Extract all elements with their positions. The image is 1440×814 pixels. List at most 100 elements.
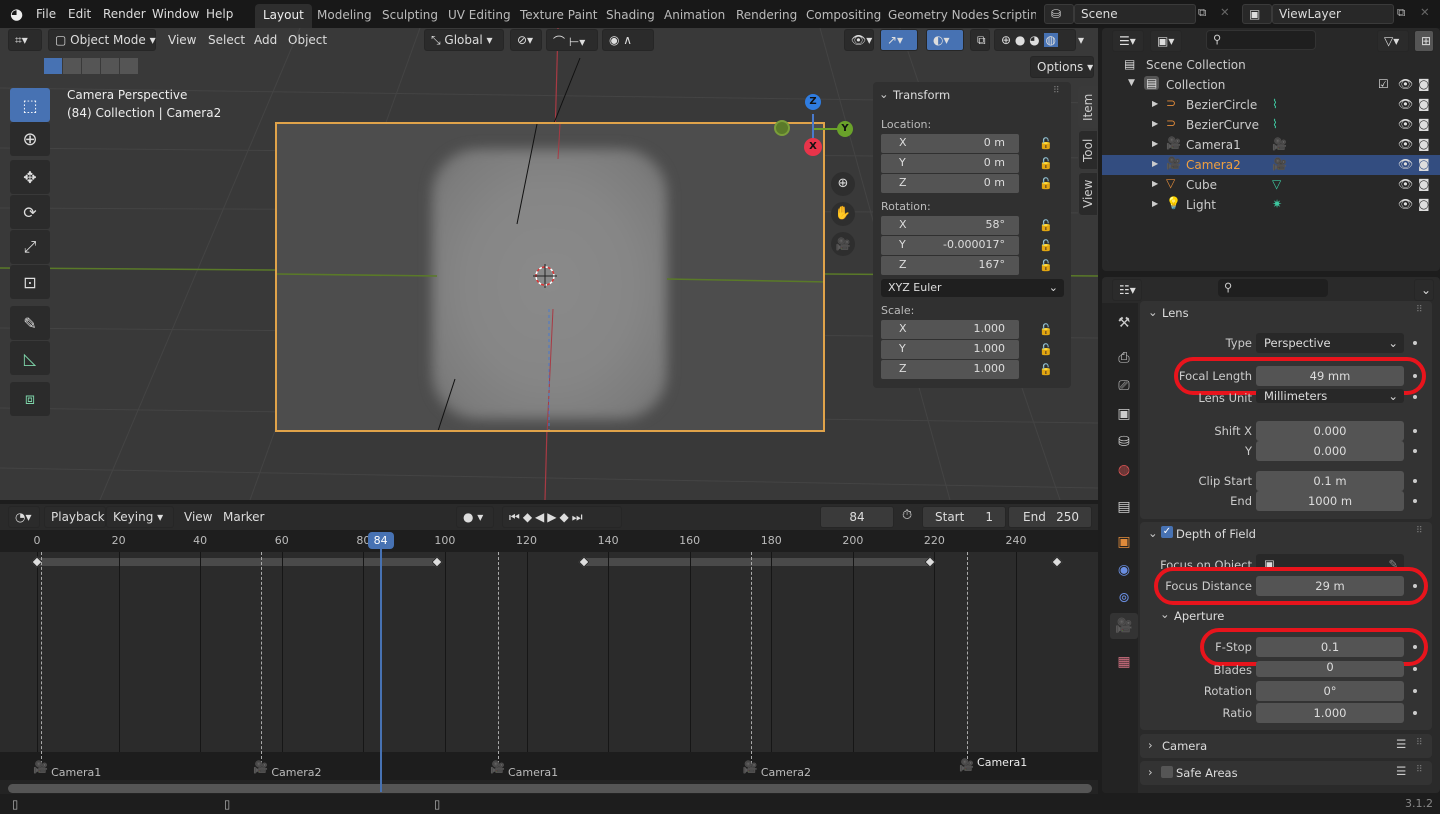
lock-rotation-y-icon[interactable]: 🔓 — [1039, 239, 1053, 252]
outliner-view-layer-button[interactable]: ▣▾ — [1150, 30, 1182, 52]
zoom-view-icon[interactable]: ⊕ — [831, 172, 855, 196]
render-camera-icon[interactable]: ◙ — [1418, 77, 1430, 91]
camera-view-icon[interactable]: 🎥 — [831, 232, 855, 256]
lock-location-z-icon[interactable]: 🔓 — [1039, 177, 1053, 190]
camera-marker-icon[interactable]: 🎥 — [490, 760, 505, 774]
timeline-horizontal-scrollbar[interactable] — [8, 784, 1092, 793]
end-frame-field[interactable]: End 250 — [1008, 506, 1092, 528]
marker-label[interactable]: Camera1 — [977, 756, 1027, 769]
animate-property-dot[interactable] — [1413, 449, 1417, 453]
preview-range-stopwatch-icon[interactable]: ⏱ — [902, 508, 912, 523]
blender-logo-icon[interactable]: ◕ — [10, 5, 23, 23]
xray-toggle[interactable]: ⧉ — [970, 29, 990, 51]
tab-geometry-nodes[interactable]: Geometry Nodes — [880, 4, 997, 28]
prev-keyframe-icon[interactable]: ◆ — [523, 510, 535, 524]
lens-type-dropdown[interactable]: Perspective ⌄ — [1256, 333, 1404, 353]
shading-mode-group[interactable]: ⊕ ● ◕ ◍ — [994, 29, 1076, 51]
auto-keying-toggle[interactable]: ● ▾ — [456, 506, 494, 528]
outliner-item[interactable]: ▶ ⊃ BezierCircle ⌇ 👁 ◙ — [1102, 95, 1440, 115]
location-z-field[interactable]: Z0 m — [881, 174, 1019, 193]
object-data-icon[interactable]: ⌇ — [1272, 117, 1278, 131]
lock-scale-y-icon[interactable]: 🔓 — [1039, 343, 1053, 356]
drag-handle-icon[interactable]: ⠿ — [1416, 305, 1423, 315]
object-data-icon[interactable]: 🎥 — [1272, 137, 1287, 151]
collection-exclude-checkbox[interactable]: ☑ — [1378, 77, 1389, 91]
marker-label[interactable]: Camera2 — [761, 766, 811, 779]
viewport-menu-view[interactable]: View — [168, 33, 196, 47]
safe-areas-panel-header[interactable]: › Safe Areas ☰ ⠿ — [1140, 761, 1432, 785]
tab-item[interactable]: Item — [1078, 86, 1098, 128]
delete-view-layer-icon[interactable]: ✕ — [1420, 5, 1430, 19]
lock-location-x-icon[interactable]: 🔓 — [1039, 137, 1053, 150]
eye-icon[interactable]: 👁 — [1398, 197, 1413, 211]
scale-y-field[interactable]: Y 1.000 — [881, 340, 1019, 359]
tab-animation[interactable]: Animation — [656, 4, 733, 28]
animate-property-dot[interactable] — [1413, 689, 1417, 693]
timeline-menu-view[interactable]: View — [184, 510, 212, 524]
lock-rotation-z-icon[interactable]: 🔓 — [1039, 259, 1053, 272]
scale-x-field[interactable]: X 1.000 — [881, 320, 1019, 339]
object-tab-icon[interactable]: ▣ — [1110, 529, 1138, 555]
tab-compositing[interactable]: Compositing — [798, 4, 889, 28]
timeline-channel-area[interactable] — [0, 552, 1098, 752]
blades-field[interactable]: 0 — [1256, 661, 1404, 677]
gizmo-y-axis[interactable]: Y — [837, 121, 853, 137]
camera-panel-header[interactable]: › Camera ☰ ⠿ — [1140, 734, 1432, 758]
scene-name-field[interactable]: Scene — [1074, 4, 1196, 24]
lock-rotation-x-icon[interactable]: 🔓 — [1039, 219, 1053, 232]
playhead-frame-label[interactable]: 84 — [367, 532, 394, 549]
playback-menu[interactable]: Playback ▾ — [44, 506, 114, 528]
expand-arrow-icon[interactable]: ▶ — [1152, 99, 1158, 108]
transform-collapse-chevron-icon[interactable]: ⌄ — [879, 87, 889, 101]
shading-options-chevron-icon[interactable]: ▾ — [1078, 33, 1084, 47]
outliner-collection[interactable]: ▼ ▤ Collection ☑ 👁 ◙ — [1102, 75, 1440, 95]
expand-arrow-icon[interactable]: ▶ — [1152, 119, 1158, 128]
play-icon[interactable]: ▶ — [547, 510, 559, 524]
location-y-field[interactable]: Y0 m — [881, 154, 1019, 173]
tool-annotate[interactable]: ✎ — [10, 306, 50, 340]
view-layer-name-field[interactable]: ViewLayer — [1272, 4, 1394, 24]
collection-tab-icon[interactable]: ▤ — [1110, 494, 1138, 520]
expand-arrow-icon[interactable]: ▶ — [1152, 179, 1158, 188]
tab-scripting[interactable]: Scripting — [984, 4, 1036, 28]
marker-label[interactable]: Camera1 — [51, 766, 101, 779]
render-camera-icon[interactable]: ◙ — [1418, 177, 1430, 191]
eye-icon[interactable]: 👁 — [1398, 137, 1413, 151]
tab-texture-paint[interactable]: Texture Paint — [512, 4, 605, 28]
animate-property-dot[interactable] — [1413, 395, 1417, 399]
shift-x-field[interactable]: 0.000 — [1256, 421, 1404, 441]
properties-options-button[interactable]: ⌄ — [1414, 279, 1434, 301]
render-camera-icon[interactable]: ◙ — [1418, 117, 1430, 131]
rotation-x-field[interactable]: X 58° — [881, 216, 1019, 235]
lens-collapse-chevron-icon[interactable]: ⌄ — [1148, 305, 1158, 319]
select-subtract-icon[interactable] — [82, 58, 100, 74]
solid-shading-icon[interactable]: ● — [1015, 33, 1025, 47]
texture-tab-icon[interactable]: ▦ — [1110, 649, 1138, 675]
outliner-item[interactable]: ▶ 💡 Light ✷ 👁 ◙ — [1102, 195, 1440, 215]
expand-arrow-icon[interactable]: ▼ — [1128, 78, 1135, 88]
start-frame-field[interactable]: Start 1 — [922, 506, 1006, 528]
eye-icon[interactable]: 👁 — [1398, 117, 1413, 131]
rotation-mode-dropdown[interactable]: XYZ Euler ⌄ — [881, 279, 1064, 297]
select-invert-icon[interactable] — [101, 58, 119, 74]
dof-enable-checkbox[interactable]: ✓ — [1161, 526, 1173, 538]
gizmo-toggle[interactable]: ↗▾ — [880, 29, 918, 51]
properties-editor-type-button[interactable]: ☷▾ — [1112, 279, 1142, 301]
outliner-item[interactable]: ▶ ▽ Cube ▽ 👁 ◙ — [1102, 175, 1440, 195]
safe-areas-checkbox[interactable] — [1161, 766, 1173, 778]
render-tab-icon[interactable]: ⎙ — [1110, 345, 1138, 371]
camera-marker-icon[interactable]: 🎥 — [959, 758, 974, 772]
tab-layout[interactable]: Layout — [255, 4, 312, 28]
eye-icon[interactable]: 👁 — [1398, 157, 1413, 171]
tool-settings-tab-icon[interactable]: ⚒ — [1110, 310, 1138, 336]
editor-type-button[interactable]: ⌗▾ — [8, 29, 42, 51]
animate-property-dot[interactable] — [1413, 711, 1417, 715]
timeline-editor-type-button[interactable]: ◔▾ — [8, 506, 40, 528]
tool-transform[interactable]: ⊡ — [10, 265, 50, 299]
lock-scale-z-icon[interactable]: 🔓 — [1039, 363, 1053, 376]
outliner-display-mode-button[interactable]: ☰▾ — [1112, 30, 1144, 52]
select-new-icon[interactable] — [44, 58, 62, 74]
tool-rotate[interactable]: ⟳ — [10, 195, 50, 229]
expand-arrow-icon[interactable]: ▶ — [1152, 199, 1158, 208]
tool-cursor[interactable]: ⊕ — [10, 122, 50, 156]
